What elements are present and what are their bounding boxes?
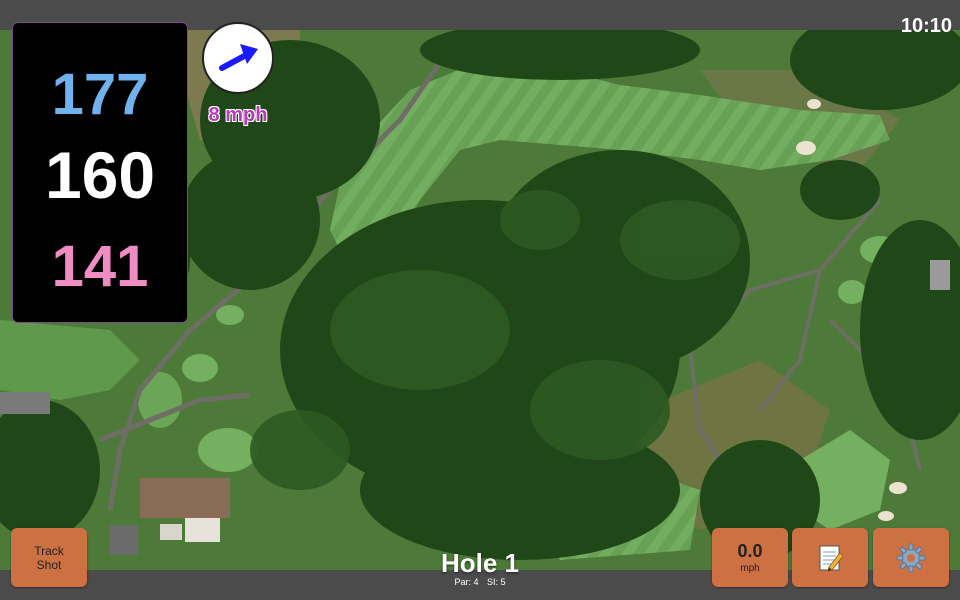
wind-speed: 8 mph — [208, 104, 268, 126]
wind-direction-arrow-icon — [219, 44, 258, 71]
distance-front: 141 — [51, 234, 149, 299]
gear-icon — [896, 543, 926, 572]
hole-title: Hole 1 — [440, 548, 520, 578]
track-shot-label-line2: Shot — [36, 557, 62, 572]
distance-middle: 160 — [44, 138, 156, 212]
hole-stroke-index: SI: 5 — [487, 577, 506, 587]
speed-value: 0.0 — [737, 540, 763, 561]
wind-dial — [202, 22, 274, 94]
speed-button[interactable]: 0.0 mph — [712, 528, 788, 587]
settings-button[interactable] — [873, 528, 949, 587]
hole-par: Par: 4 — [454, 577, 479, 587]
distance-back: 177 — [51, 62, 149, 127]
track-shot-button[interactable]: Track Shot — [11, 528, 87, 587]
scorecard-notes-button[interactable] — [792, 528, 868, 587]
distance-panel: 177 160 141 — [12, 22, 188, 323]
hole-info: Par: 4 SI: 5 — [380, 576, 580, 588]
track-shot-label-line1: Track — [34, 543, 64, 558]
notepad-icon — [819, 545, 844, 572]
speed-unit: mph — [740, 562, 760, 574]
status-clock: 10:10 — [900, 15, 952, 37]
